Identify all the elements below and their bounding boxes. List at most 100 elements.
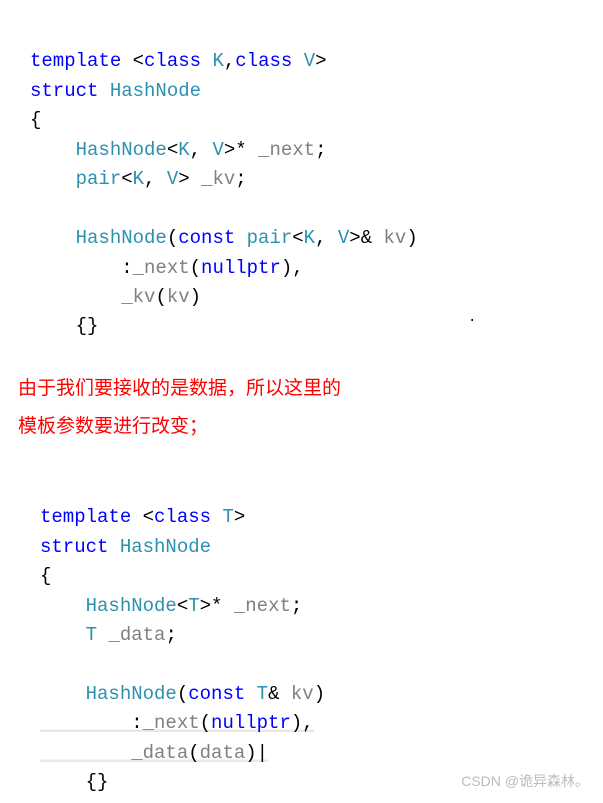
param-kv: kv <box>291 683 314 705</box>
paren-open: ( <box>167 227 178 249</box>
keyword-template: template <box>30 50 121 72</box>
space <box>292 50 303 72</box>
space <box>108 536 119 558</box>
keyword-nullptr: nullptr <box>211 712 291 734</box>
paren-open: ( <box>155 286 166 308</box>
text-cursor: | <box>257 742 268 764</box>
paren-open: ( <box>177 683 188 705</box>
class-name: HashNode <box>110 80 201 102</box>
paren-open: ( <box>200 712 211 734</box>
class-pair: pair <box>76 168 122 190</box>
type-k: K <box>133 168 144 190</box>
comma: , <box>224 50 235 72</box>
brace-open: { <box>40 565 51 587</box>
type-v: V <box>304 50 315 72</box>
class-name: HashNode <box>76 139 167 161</box>
semicolon: ; <box>235 168 246 190</box>
indent: : <box>40 712 143 734</box>
indent <box>40 624 86 646</box>
constructor: HashNode <box>86 683 177 705</box>
keyword-struct: struct <box>40 536 108 558</box>
type-k: K <box>212 50 223 72</box>
arg-kv: kv <box>167 286 190 308</box>
space <box>201 50 212 72</box>
keyword-class: class <box>235 50 292 72</box>
code-block-1: template <class K,class V> struct HashNo… <box>30 18 603 342</box>
arg-data: data <box>200 742 246 764</box>
type-t: T <box>222 506 233 528</box>
constructor: HashNode <box>76 227 167 249</box>
paren-close: ) <box>190 286 201 308</box>
type-t: T <box>257 683 268 705</box>
indent <box>40 742 131 764</box>
type-t: T <box>188 595 199 617</box>
semicolon: ; <box>291 595 302 617</box>
paren-open: ( <box>190 257 201 279</box>
empty-body: {} <box>40 771 108 793</box>
keyword-nullptr: nullptr <box>201 257 281 279</box>
code-block-2: template <class T> struct HashNode { Has… <box>30 474 603 798</box>
brace-open: { <box>30 109 41 131</box>
type-k: K <box>178 139 189 161</box>
indent <box>30 168 76 190</box>
keyword-const: const <box>188 683 245 705</box>
semicolon: ; <box>165 624 176 646</box>
angle-open: < <box>177 595 188 617</box>
paren-close: ), <box>291 712 314 734</box>
angle-close: > <box>178 168 201 190</box>
class-pair: pair <box>247 227 293 249</box>
paren-close: ) <box>245 742 256 764</box>
space <box>235 227 246 249</box>
space <box>98 80 109 102</box>
type-t: T <box>86 624 97 646</box>
paren-close: ) <box>406 227 417 249</box>
comma: , <box>144 168 167 190</box>
init-data: _data <box>131 742 188 764</box>
var-next: _next <box>258 139 315 161</box>
space <box>211 506 222 528</box>
annotation-comment: 由于我们要接收的是数据，所以这里的 模板参数要进行改变； <box>18 370 603 446</box>
amp: & <box>268 683 291 705</box>
type-k: K <box>304 227 315 249</box>
var-data: _data <box>108 624 165 646</box>
comment-line2: 模板参数要进行改变； <box>18 408 603 446</box>
empty-body: {} <box>30 315 98 337</box>
indent <box>40 683 86 705</box>
dot-mark: . <box>468 310 476 326</box>
angle-close: > <box>234 506 245 528</box>
space <box>245 683 256 705</box>
type-v: V <box>338 227 349 249</box>
angle-close: >* <box>200 595 234 617</box>
type-v: V <box>212 139 223 161</box>
paren-close: ) <box>314 683 325 705</box>
paren-close: ), <box>281 257 304 279</box>
angle-open: < <box>121 168 132 190</box>
semicolon: ; <box>315 139 326 161</box>
param-kv: kv <box>384 227 407 249</box>
indent <box>30 227 76 249</box>
angle-close: >* <box>224 139 258 161</box>
watermark: CSDN @诡异森林。 <box>461 771 589 791</box>
class-name: HashNode <box>120 536 211 558</box>
var-kv: _kv <box>201 168 235 190</box>
space <box>97 624 108 646</box>
comma: , <box>190 139 213 161</box>
keyword-const: const <box>178 227 235 249</box>
angle-close: > <box>315 50 326 72</box>
init-next: _next <box>133 257 190 279</box>
init-kv: _kv <box>121 286 155 308</box>
keyword-struct: struct <box>30 80 98 102</box>
indent: : <box>30 257 133 279</box>
indent <box>40 595 86 617</box>
indent <box>30 139 76 161</box>
comma: , <box>315 227 338 249</box>
init-next: _next <box>143 712 200 734</box>
paren-open: ( <box>188 742 199 764</box>
angle-close: >& <box>349 227 383 249</box>
angle-open: < <box>131 506 154 528</box>
angle-open: < <box>121 50 144 72</box>
angle-open: < <box>167 139 178 161</box>
type-v: V <box>167 168 178 190</box>
var-next: _next <box>234 595 291 617</box>
keyword-template: template <box>40 506 131 528</box>
